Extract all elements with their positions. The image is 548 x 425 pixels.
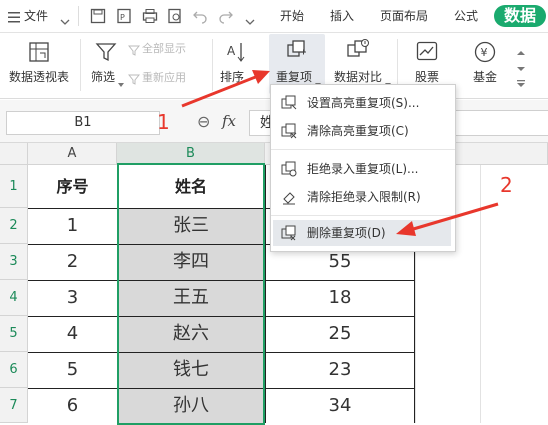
cell-c7[interactable]: 34 — [265, 388, 415, 423]
cell-a4[interactable]: 3 — [28, 280, 117, 316]
menu-item-clear-highlight-duplicates[interactable]: 清除高亮重复项(C) — [279, 118, 445, 144]
cell-a1[interactable]: 序号 — [28, 165, 117, 208]
menu-divider — [271, 149, 455, 150]
menu-item-set-highlight-duplicates[interactable]: 设置高亮重复项(S)... — [279, 90, 445, 116]
cell-b3[interactable]: 李四 — [117, 244, 265, 280]
cell-a5[interactable]: 4 — [28, 316, 117, 352]
cell-b6[interactable]: 钱七 — [117, 352, 265, 388]
cell-b7[interactable]: 孙八 — [117, 388, 265, 423]
menu-item-delete-duplicates[interactable]: 删除重复项(D) — [279, 220, 445, 246]
menu-item-reject-duplicate-entry[interactable]: 拒绝录入重复项(L)... — [279, 156, 445, 182]
annotation-step-1: 1 — [157, 110, 170, 134]
cell-c6[interactable]: 23 — [265, 352, 415, 388]
cell-c4[interactable]: 18 — [265, 280, 415, 316]
cell-a7[interactable]: 6 — [28, 388, 117, 423]
cell-c5[interactable]: 25 — [265, 316, 415, 352]
menu-item-clear-reject-restriction[interactable]: 清除拒绝录入限制(R) — [279, 184, 445, 210]
cell-b4[interactable]: 王五 — [117, 280, 265, 316]
cell-a2[interactable]: 1 — [28, 208, 117, 244]
menu-divider — [271, 215, 455, 216]
annotation-step-2: 2 — [500, 173, 513, 197]
cell-b1[interactable]: 姓名 — [117, 165, 265, 208]
cell-a6[interactable]: 5 — [28, 352, 117, 388]
duplicates-dropdown-menu: 设置高亮重复项(S)... 清除高亮重复项(C) 拒绝录入重复项(L)... 清… — [270, 84, 456, 252]
cell-a3[interactable]: 2 — [28, 244, 117, 280]
cell-b2[interactable]: 张三 — [117, 208, 265, 244]
cell-b5[interactable]: 赵六 — [117, 316, 265, 352]
